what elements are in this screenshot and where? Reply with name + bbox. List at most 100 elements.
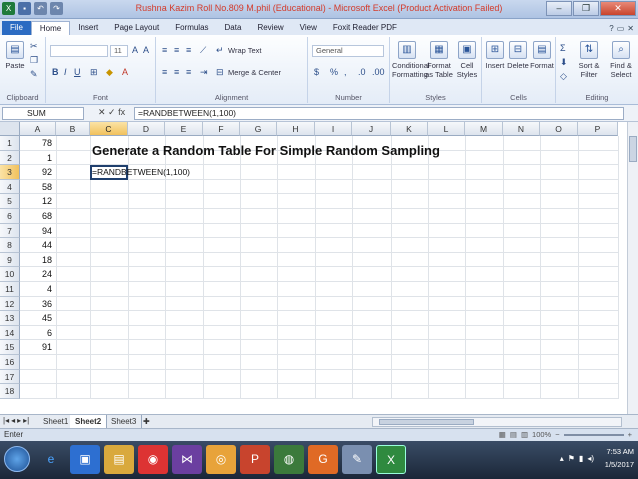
vertical-scroll-thumb[interactable] bbox=[629, 136, 637, 162]
cell-a4[interactable]: 58 bbox=[20, 182, 52, 192]
cell-a13[interactable]: 45 bbox=[20, 313, 52, 323]
insert-sheet-icon[interactable]: ✚ bbox=[138, 415, 155, 428]
row-header-5[interactable]: 5 bbox=[0, 194, 20, 209]
maximize-button[interactable]: ❐ bbox=[573, 1, 599, 16]
cell-a8[interactable]: 44 bbox=[20, 240, 52, 250]
formula-input[interactable]: =RANDBETWEEN(1,100) bbox=[134, 107, 624, 120]
column-header-j[interactable]: J bbox=[352, 122, 391, 136]
flag-icon[interactable]: ⚑ bbox=[568, 454, 575, 463]
cell-a12[interactable]: 36 bbox=[20, 299, 52, 309]
normal-view-icon[interactable]: ▦ bbox=[499, 430, 506, 439]
last-sheet-icon[interactable]: ▸| bbox=[23, 416, 29, 425]
column-header-e[interactable]: E bbox=[165, 122, 203, 136]
increase-decimal-icon[interactable]: .0 bbox=[358, 67, 366, 77]
column-header-m[interactable]: M bbox=[465, 122, 503, 136]
internet-explorer-icon[interactable]: e bbox=[36, 445, 66, 474]
sort-filter-button[interactable]: ⇅ Sort & Filter bbox=[574, 41, 604, 79]
row-header-8[interactable]: 8 bbox=[0, 238, 20, 253]
horizontal-scrollbar[interactable] bbox=[372, 417, 622, 427]
ribbon-close-icon[interactable]: ✕ bbox=[627, 24, 634, 33]
format-painter-icon[interactable]: ✎ bbox=[30, 69, 38, 80]
chrome-icon[interactable]: ◎ bbox=[206, 445, 236, 474]
column-header-a[interactable]: A bbox=[20, 122, 56, 136]
network-icon[interactable]: ▮ bbox=[579, 454, 583, 463]
help-icon[interactable]: ? bbox=[609, 24, 613, 33]
clock[interactable]: 7:53 AM 1/5/2017 bbox=[605, 445, 634, 471]
number-format-box[interactable]: General bbox=[312, 45, 384, 57]
row-header-17[interactable]: 17 bbox=[0, 369, 20, 385]
media-player-icon[interactable]: ◉ bbox=[138, 445, 168, 474]
row-header-2[interactable]: 2 bbox=[0, 150, 20, 166]
insert-button[interactable]: ⊞ Insert bbox=[484, 41, 506, 70]
file-explorer-icon[interactable]: ▣ bbox=[70, 445, 100, 474]
comma-icon[interactable]: , bbox=[344, 67, 347, 77]
wrap-text-button[interactable]: Wrap Text bbox=[228, 46, 262, 55]
font-color-icon[interactable]: A bbox=[122, 67, 128, 77]
font-name-box[interactable] bbox=[50, 45, 108, 57]
align-top-icon[interactable]: ≡ bbox=[162, 45, 167, 55]
align-center-icon[interactable]: ≡ bbox=[174, 67, 179, 77]
column-header-p[interactable]: P bbox=[578, 122, 618, 136]
row-header-16[interactable]: 16 bbox=[0, 355, 20, 370]
sheet-tab-sheet2[interactable]: Sheet2 bbox=[70, 415, 108, 428]
shrink-font-icon[interactable]: A bbox=[143, 45, 149, 55]
percent-icon[interactable]: % bbox=[330, 67, 338, 77]
cell-a3[interactable]: 92 bbox=[20, 167, 52, 177]
column-header-l[interactable]: L bbox=[428, 122, 465, 136]
decrease-decimal-icon[interactable]: .00 bbox=[372, 67, 385, 77]
row-header-4[interactable]: 4 bbox=[0, 179, 20, 195]
cell-a6[interactable]: 68 bbox=[20, 211, 52, 221]
cell-a7[interactable]: 94 bbox=[20, 226, 52, 236]
bold-icon[interactable]: B bbox=[52, 67, 59, 77]
fill-color-icon[interactable]: ◆ bbox=[106, 67, 113, 78]
row-header-11[interactable]: 11 bbox=[0, 282, 20, 297]
cell-a15[interactable]: 91 bbox=[20, 342, 52, 352]
tab-page-layout[interactable]: Page Layout bbox=[106, 21, 167, 35]
wrap-text-icon[interactable]: ↵ bbox=[216, 45, 224, 56]
show-hidden-icon[interactable]: ▴ bbox=[560, 454, 564, 463]
start-button[interactable] bbox=[4, 446, 30, 472]
row-header-14[interactable]: 14 bbox=[0, 325, 20, 341]
row-header-7[interactable]: 7 bbox=[0, 223, 20, 239]
column-header-f[interactable]: F bbox=[203, 122, 240, 136]
indent-icon[interactable]: ⇥ bbox=[200, 67, 208, 78]
cell-a5[interactable]: 12 bbox=[20, 196, 52, 206]
fill-icon[interactable]: ⬇ bbox=[560, 57, 568, 68]
paint-icon[interactable]: ✎ bbox=[342, 445, 372, 474]
tab-review[interactable]: Review bbox=[249, 21, 291, 35]
format-as-table-button[interactable]: ▦ Format as Table bbox=[424, 41, 454, 79]
cell-a1[interactable]: 78 bbox=[20, 138, 52, 148]
font-size-box[interactable]: 11 bbox=[110, 45, 128, 57]
chrome-browser-icon[interactable]: ◍ bbox=[274, 445, 304, 474]
zoom-out-icon[interactable]: − bbox=[555, 430, 559, 439]
visual-studio-icon[interactable]: ⋈ bbox=[172, 445, 202, 474]
autosum-icon[interactable]: Σ bbox=[560, 43, 566, 53]
row-header-13[interactable]: 13 bbox=[0, 311, 20, 326]
cut-icon[interactable]: ✂ bbox=[30, 41, 38, 52]
cell-styles-button[interactable]: ▣ Cell Styles bbox=[454, 41, 480, 79]
row-header-10[interactable]: 10 bbox=[0, 267, 20, 282]
minimize-button[interactable]: – bbox=[546, 1, 572, 16]
grow-font-icon[interactable]: A bbox=[132, 45, 138, 55]
first-sheet-icon[interactable]: |◂ bbox=[3, 416, 9, 425]
cell-a2[interactable]: 1 bbox=[20, 153, 52, 163]
column-header-o[interactable]: O bbox=[540, 122, 578, 136]
volume-icon[interactable]: ◂) bbox=[587, 454, 594, 463]
format-button[interactable]: ▤ Format bbox=[530, 41, 554, 70]
column-header-c[interactable]: C bbox=[90, 122, 128, 136]
tab-data[interactable]: Data bbox=[217, 21, 250, 35]
row-header-9[interactable]: 9 bbox=[0, 252, 20, 268]
tab-foxit-reader-pdf[interactable]: Foxit Reader PDF bbox=[325, 21, 405, 35]
cell-a9[interactable]: 18 bbox=[20, 255, 52, 265]
orientation-icon[interactable]: ⟋ bbox=[200, 45, 206, 56]
close-button[interactable]: ✕ bbox=[600, 1, 636, 16]
tab-home[interactable]: Home bbox=[30, 21, 71, 35]
excel-taskbar-icon[interactable]: X bbox=[376, 445, 406, 474]
row-header-1[interactable]: 1 bbox=[0, 136, 20, 151]
paste-button[interactable]: ▤ Paste bbox=[2, 41, 28, 70]
tab-file[interactable]: File bbox=[2, 21, 31, 35]
sheet-tab-sheet1[interactable]: Sheet1 bbox=[38, 415, 75, 428]
column-header-g[interactable]: G bbox=[240, 122, 277, 136]
row-header-3[interactable]: 3 bbox=[0, 165, 20, 180]
vertical-scrollbar[interactable] bbox=[627, 122, 638, 414]
